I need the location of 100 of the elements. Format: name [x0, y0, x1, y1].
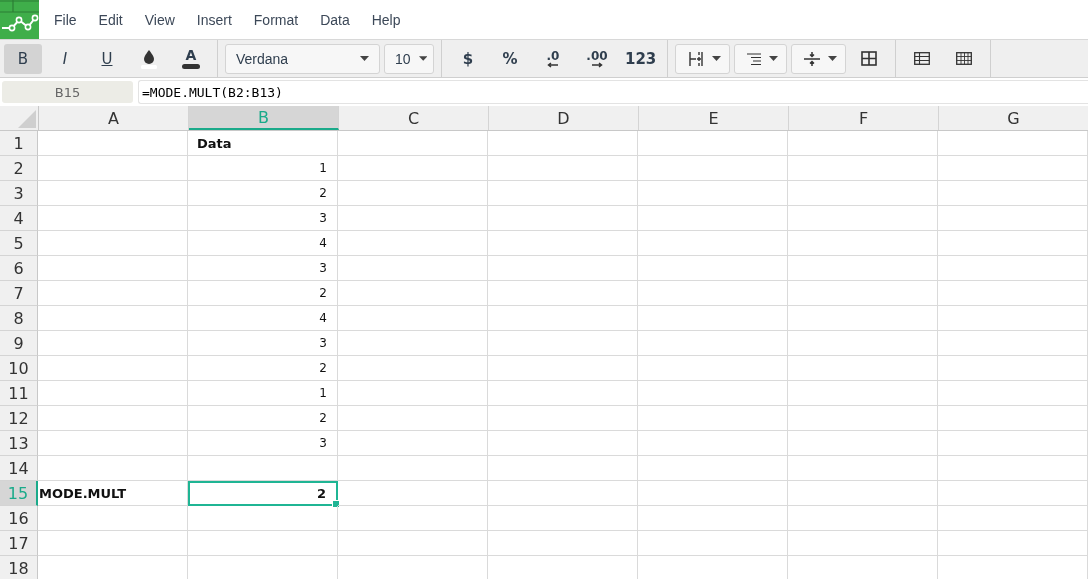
borders-dropdown[interactable]: [675, 43, 731, 74]
row-header[interactable]: 11: [0, 381, 38, 406]
row-header[interactable]: 17: [0, 531, 38, 556]
table-cell[interactable]: Data: [188, 131, 338, 156]
format-button[interactable]: $: [449, 43, 487, 74]
format-button[interactable]: 123: [621, 43, 661, 74]
table-cell[interactable]: [788, 381, 938, 406]
table-cell[interactable]: [938, 281, 1088, 306]
table-cell[interactable]: [338, 256, 488, 281]
row-header[interactable]: 18: [0, 556, 38, 579]
menu-item[interactable]: Edit: [87, 11, 134, 28]
table-cell[interactable]: [938, 506, 1088, 531]
align-dropdown[interactable]: [734, 43, 788, 74]
table-cell[interactable]: [488, 306, 638, 331]
menu-item[interactable]: Help: [360, 11, 412, 28]
table-cell[interactable]: [488, 331, 638, 356]
name-box[interactable]: B15: [2, 81, 133, 103]
table-cell[interactable]: 2: [188, 406, 338, 431]
row-header[interactable]: 2: [0, 156, 38, 181]
menu-item[interactable]: File: [43, 11, 88, 28]
table-cell[interactable]: [788, 506, 938, 531]
table-cell[interactable]: 3: [188, 431, 338, 456]
table-cell[interactable]: [38, 506, 188, 531]
table-cell[interactable]: [638, 531, 788, 556]
increase-decimals-button[interactable]: .00: [577, 43, 617, 74]
table-cell[interactable]: [38, 431, 188, 456]
table-cell[interactable]: 2: [188, 281, 338, 306]
table-cell[interactable]: 1: [188, 156, 338, 181]
table-cell[interactable]: 3: [188, 206, 338, 231]
table-cell[interactable]: [488, 206, 638, 231]
font-dropdown[interactable]: Verdana: [225, 43, 380, 74]
selected-cell[interactable]: 2: [188, 481, 338, 506]
table-cell[interactable]: 4: [188, 231, 338, 256]
row-header[interactable]: 9: [0, 331, 38, 356]
row-header[interactable]: 1: [0, 131, 38, 156]
table-cell[interactable]: [488, 281, 638, 306]
table-cell[interactable]: [788, 131, 938, 156]
row-header[interactable]: 4: [0, 206, 38, 231]
column-header[interactable]: E: [639, 106, 789, 130]
row-header[interactable]: 13: [0, 431, 38, 456]
table-cell[interactable]: [788, 181, 938, 206]
table-cell[interactable]: [488, 506, 638, 531]
table-cell[interactable]: [488, 406, 638, 431]
table-cell[interactable]: [788, 406, 938, 431]
table-cell[interactable]: [338, 381, 488, 406]
table-cell[interactable]: [638, 131, 788, 156]
table-cell[interactable]: [938, 406, 1088, 431]
table-cell[interactable]: [638, 181, 788, 206]
table-cell[interactable]: MODE.MULT: [38, 481, 188, 506]
table-cell[interactable]: [338, 506, 488, 531]
table-cell[interactable]: 2: [188, 356, 338, 381]
row-header[interactable]: 7: [0, 281, 38, 306]
table-cell[interactable]: [338, 281, 488, 306]
table-cell[interactable]: [638, 256, 788, 281]
table-cell[interactable]: [488, 531, 638, 556]
table-cell[interactable]: [338, 231, 488, 256]
table-cell[interactable]: [38, 231, 188, 256]
table-cell[interactable]: [788, 256, 938, 281]
table-cell[interactable]: [338, 181, 488, 206]
table-cell[interactable]: [38, 456, 188, 481]
table-cell[interactable]: 4: [188, 306, 338, 331]
table-cell[interactable]: [188, 456, 338, 481]
table-cell[interactable]: [638, 306, 788, 331]
table-cell[interactable]: [188, 506, 338, 531]
table-cell[interactable]: [488, 131, 638, 156]
row-header[interactable]: 12: [0, 406, 38, 431]
table-cell[interactable]: 1: [188, 381, 338, 406]
table-cell[interactable]: [788, 231, 938, 256]
row-header[interactable]: 16: [0, 506, 38, 531]
table-cell[interactable]: [938, 431, 1088, 456]
table-cell[interactable]: [938, 131, 1088, 156]
menu-item[interactable]: Insert: [185, 11, 243, 28]
table-cell[interactable]: [488, 356, 638, 381]
table-cell[interactable]: [938, 156, 1088, 181]
table-cell[interactable]: [638, 381, 788, 406]
table-cell[interactable]: [38, 406, 188, 431]
table-cell[interactable]: [38, 331, 188, 356]
row-header[interactable]: 6: [0, 256, 38, 281]
table-cell[interactable]: [788, 456, 938, 481]
table-cell[interactable]: [788, 331, 938, 356]
table-cell[interactable]: [38, 281, 188, 306]
table-cell[interactable]: [38, 131, 188, 156]
table-cell[interactable]: [338, 431, 488, 456]
table-cell[interactable]: [938, 356, 1088, 381]
table-cell[interactable]: [38, 381, 188, 406]
menu-item[interactable]: Data: [309, 11, 361, 28]
format-button[interactable]: %: [491, 43, 529, 74]
table-cell[interactable]: [638, 231, 788, 256]
table-cell[interactable]: [788, 531, 938, 556]
table-cell[interactable]: [338, 206, 488, 231]
table-cell[interactable]: [788, 281, 938, 306]
table-cell[interactable]: [488, 381, 638, 406]
table-cell[interactable]: [488, 456, 638, 481]
table-cell[interactable]: [938, 206, 1088, 231]
table-cell[interactable]: [938, 456, 1088, 481]
column-header[interactable]: C: [339, 106, 489, 130]
table-cell[interactable]: [938, 481, 1088, 506]
formula-field[interactable]: =MODE.MULT(B2:B13): [138, 80, 1088, 104]
table-cell[interactable]: [788, 306, 938, 331]
font-size-dropdown[interactable]: 10: [384, 43, 434, 74]
